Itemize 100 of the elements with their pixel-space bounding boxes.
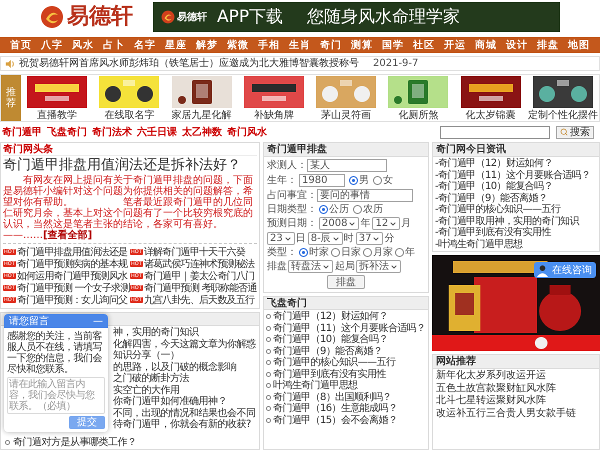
radio-button[interactable]: [395, 248, 404, 257]
article-link[interactable]: 的思路，以及门破的概念影响: [113, 362, 236, 373]
radio-button[interactable]: [299, 248, 308, 257]
nav-link[interactable]: 国学: [382, 40, 404, 50]
nav-link[interactable]: 测算: [351, 40, 373, 50]
tag-link[interactable]: 六壬日课: [137, 126, 177, 138]
nav-link[interactable]: 手相: [258, 40, 280, 50]
tag-link[interactable]: 太乙神数: [182, 126, 222, 138]
radio-button[interactable]: [331, 248, 340, 257]
read-more-link[interactable]: [查看全部]: [43, 230, 92, 241]
app-banner[interactable]: 易德轩 APP下载 您随身风水命理学家: [153, 2, 560, 32]
article-link[interactable]: 奇门遁甲（12）财运如何？: [273, 311, 388, 322]
headline-link[interactable]: 如何运用奇门遁甲预测风水: [16, 270, 128, 282]
radio-button[interactable]: [373, 176, 382, 185]
nav-link[interactable]: 八字: [41, 40, 63, 50]
headline-link[interactable]: 奇门遁甲预测 一个女子求测: [16, 282, 130, 294]
article-link[interactable]: 奇门遁对方是从事哪类工作？: [13, 436, 136, 448]
nav-link[interactable]: 开运: [444, 40, 466, 50]
article-link[interactable]: 之门破的断卦方法: [113, 373, 189, 384]
article-link[interactable]: 实空亡的大作用: [113, 384, 180, 396]
method-select[interactable]: 转盘法: [288, 260, 333, 273]
headline-link[interactable]: 奇门遁甲预测疾病的基本规: [16, 258, 128, 270]
date-select[interactable]: 23: [267, 232, 295, 245]
recommend-caption[interactable]: 直播教学: [37, 110, 78, 120]
recommend-link[interactable]: 新年化太岁系列改运开运: [436, 370, 596, 382]
headline-link[interactable]: 九宫八卦先、后天数及五行: [144, 294, 254, 306]
search-field[interactable]: [440, 126, 550, 138]
article-link[interactable]: 奇门遁甲（16）生意能成吗？: [273, 403, 398, 414]
news-link[interactable]: -奇门遁甲到底有没有实用性: [435, 227, 597, 238]
radio-button[interactable]: [363, 248, 372, 257]
article-link[interactable]: 你奇门遁甲如何准确用神？: [113, 396, 227, 408]
nav-link[interactable]: 首页: [10, 40, 32, 50]
recommend-caption[interactable]: 在线取名字: [104, 110, 154, 120]
article-link[interactable]: 奇门遁甲（9）能否离婚？: [273, 346, 382, 357]
article-link[interactable]: 化解四害，今天这篇文章为你解惑: [113, 338, 256, 350]
recommend-caption[interactable]: 化厕所煞: [398, 110, 438, 120]
recommend-caption[interactable]: 茅山灵符画: [321, 110, 372, 120]
article-link[interactable]: 神，实用的奇门知识: [113, 327, 198, 338]
article-link[interactable]: 奇门遁甲到底有没有实用性: [273, 368, 386, 380]
recommend-link[interactable]: 五色土故宫款聚财缸风水阵: [436, 382, 596, 394]
news-link[interactable]: -奇门遁甲的核心知识——五行: [435, 204, 597, 216]
date-select[interactable]: 8-辰: [308, 232, 343, 245]
nav-link[interactable]: 社区: [413, 40, 435, 50]
tag-link[interactable]: 奇门遁甲: [2, 126, 42, 138]
recommend-caption[interactable]: 家居九星化解: [172, 110, 232, 120]
article-link[interactable]: 奇门遁甲（11）这个月要账合适吗？: [273, 322, 426, 334]
radio-button[interactable]: [319, 205, 328, 214]
article-link[interactable]: 奇门遁甲（15）会不会离婚？: [273, 414, 398, 426]
nav-link[interactable]: 地图: [568, 40, 590, 50]
name-field[interactable]: 某人: [307, 159, 387, 172]
search-button[interactable]: 搜索: [556, 126, 594, 138]
headline-link[interactable]: 诸葛武侯巧连神术预测秘法: [144, 258, 254, 270]
recommend-caption[interactable]: 定制个性化摆件: [528, 110, 598, 120]
nav-link[interactable]: 风水: [72, 40, 94, 50]
notice-text[interactable]: 祝贺易德轩网首席风水师彭炜珀（铁笔居士）应邀成为北大雅博智囊教授称号: [19, 58, 359, 69]
news-link[interactable]: -奇门遁甲（10）能复合吗？: [435, 181, 597, 192]
radio-button[interactable]: [353, 205, 362, 214]
method-select[interactable]: 拆补法: [356, 260, 401, 273]
date-select[interactable]: 2008: [319, 217, 360, 230]
headline-link[interactable]: 奇门遁甲｜姜太公奇门八门: [144, 270, 254, 282]
news-link[interactable]: -奇门遁甲（11）这个月要账合适吗？: [435, 170, 597, 181]
news-link[interactable]: -奇门遁甲（9）能否离婚？: [435, 192, 597, 204]
recommend-caption[interactable]: 补缺角牌: [254, 110, 294, 120]
nav-link[interactable]: 解梦: [196, 40, 218, 50]
recommend-caption[interactable]: 化太岁锦囊: [466, 110, 516, 120]
nav-link[interactable]: 名字: [134, 40, 156, 50]
tag-link[interactable]: 飞盘奇门: [47, 126, 87, 138]
headline-title[interactable]: 奇门遁甲排盘用值润法还是拆补法好？: [3, 156, 257, 175]
radio-button[interactable]: [349, 176, 358, 185]
question-field[interactable]: 要问的事情: [317, 189, 413, 202]
tag-link[interactable]: 奇门法术: [92, 126, 132, 138]
nav-link[interactable]: 商城: [475, 40, 497, 50]
minimize-button[interactable]: —: [93, 316, 103, 326]
article-link[interactable]: 奇门遁甲（8）出国顺利吗？: [273, 392, 392, 403]
paipan-button[interactable]: 排盘: [327, 275, 365, 289]
birth-year-field[interactable]: 1980: [299, 174, 345, 187]
nav-link[interactable]: 生肖: [289, 40, 311, 50]
nav-link[interactable]: 奇门: [320, 40, 342, 50]
article-link[interactable]: 知识分享（一）: [113, 350, 180, 362]
date-select[interactable]: 37: [356, 232, 384, 245]
nav-link[interactable]: 星座: [165, 40, 187, 50]
article-link[interactable]: 奇门遁甲（10）能复合吗？: [273, 334, 388, 346]
article-link[interactable]: 待奇门遁甲，你就会有新的收获?: [113, 419, 251, 430]
headline-link[interactable]: 奇门遁甲预测 考职称能否通: [144, 282, 257, 294]
nav-link[interactable]: 设计: [506, 40, 528, 50]
news-link[interactable]: -奇门遁甲取用神，实用的奇门知识: [435, 216, 597, 227]
article-link[interactable]: 不同，出现的情况和结果也会不同: [113, 408, 256, 419]
nav-link[interactable]: 紫微: [227, 40, 249, 50]
article-link[interactable]: 奇门遁甲的核心知识——五行: [273, 357, 396, 368]
article-link[interactable]: 叶鸿生奇门遁甲思想: [273, 380, 358, 392]
headline-link[interactable]: 详解奇门遁甲十天干六癸: [144, 246, 245, 258]
message-field[interactable]: 请在此输入留言内容，我们会尽快与您联系。（必填）: [7, 377, 105, 414]
headline-link[interactable]: 奇门遁甲排盘用值润法还是: [16, 246, 128, 258]
nav-link[interactable]: 排盘: [537, 40, 559, 50]
news-link[interactable]: -叶鸿生奇门遁甲思想: [435, 238, 597, 250]
recommend-link[interactable]: 北斗七星转运聚财风水阵: [436, 395, 596, 406]
news-link[interactable]: -奇门遁甲（12）财运如何？: [435, 158, 597, 170]
headline-link[interactable]: 奇门遁甲预测：女儿询问父: [16, 294, 128, 306]
nav-link[interactable]: 占卜: [103, 40, 125, 50]
tag-link[interactable]: 奇门风水: [227, 126, 267, 138]
